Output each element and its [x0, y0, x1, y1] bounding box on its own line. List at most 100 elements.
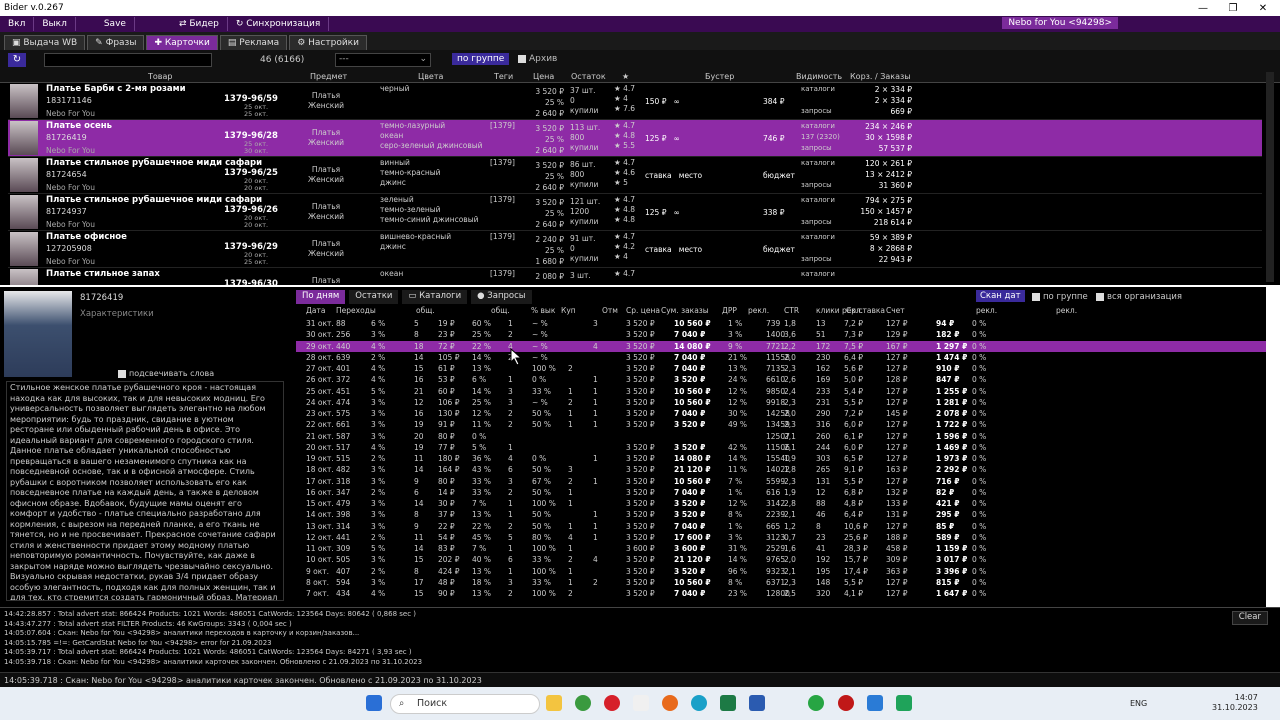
product-row[interactable]: Платье стильное запах 1379-96/30 Платья оке… — [8, 268, 1262, 285]
col-visibility[interactable]: Видимость — [796, 72, 842, 81]
stats-row[interactable]: 11 окт. 309 5 % 14 83 ₽ 7 % 1 100 % 1 3 600 ₽ 3 60… — [296, 543, 1266, 554]
stats-col-header[interactable]: ДРР — [722, 306, 737, 315]
stats-row[interactable]: 22 окт. 661 3 % 19 91 ₽ 11 % 2 50 % 1 1 3 520 ₽ 3 5… — [296, 419, 1266, 430]
characteristics-label[interactable]: Характеристики — [80, 309, 154, 319]
col-orders[interactable]: Корз. / Заказы — [850, 72, 911, 81]
stats-col-header[interactable]: рекл. — [748, 306, 769, 315]
file-explorer-icon[interactable] — [546, 695, 562, 711]
menu-on[interactable]: Вкл — [0, 17, 35, 31]
stats-row[interactable]: 19 окт. 515 2 % 11 180 ₽ 36 % 4 0 % 1 3 520 ₽ 14 0… — [296, 453, 1266, 464]
windows-start-icon[interactable] — [366, 695, 382, 711]
tab-queries[interactable]: ● Запросы — [471, 290, 532, 304]
tab-cards[interactable]: ✚ Карточки — [146, 35, 218, 50]
col-tags[interactable]: Теги — [494, 72, 513, 81]
menu-bider[interactable]: ⇄ Бидер — [171, 17, 228, 31]
col-subject[interactable]: Предмет — [310, 72, 347, 81]
clear-log-button[interactable]: Clear — [1231, 611, 1268, 625]
maximize-icon[interactable]: ❐ — [1218, 0, 1248, 16]
tab-phrases[interactable]: ✎ Фразы — [87, 35, 145, 50]
tab-wb-results[interactable]: ▣ Выдача WB — [4, 35, 86, 50]
menu-sync[interactable]: ↻ Синхронизация — [228, 17, 330, 31]
record-icon[interactable] — [838, 695, 854, 711]
stats-col-header[interactable]: общ. — [416, 306, 435, 315]
taskbar-clock[interactable]: 14:07 31.10.2023 — [1212, 693, 1258, 713]
firefox-icon[interactable] — [662, 695, 678, 711]
scan-dates-button[interactable]: Скан дат — [976, 290, 1025, 302]
stats-row[interactable]: 21 окт. 587 3 % 20 80 ₽0 % 12507 2,1 260 6,1 ₽12… — [296, 431, 1266, 442]
stats-row[interactable]: 10 окт. 505 3 % 15 202 ₽ 40 % 6 33 % 2 4 3 520 ₽ 21… — [296, 554, 1266, 565]
bider-app-icon[interactable] — [896, 695, 912, 711]
language-indicator[interactable]: ENG — [1130, 699, 1147, 708]
col-product[interactable]: Товар — [148, 72, 172, 81]
stats-col-header[interactable]: общ. — [491, 306, 510, 315]
stats-row[interactable]: 26 окт. 372 4 % 16 53 ₽ 6 % 1 0 % 1 3 520 ₽ 3 520 … — [296, 374, 1266, 385]
stats-col-header[interactable]: рекл. — [976, 306, 997, 315]
stats-col-header[interactable]: Отм — [602, 306, 618, 315]
stats-row[interactable]: 17 окт. 318 3 % 9 80 ₽ 33 % 3 67 % 2 1 3 520 ₽ 10 5… — [296, 476, 1266, 487]
mail-icon[interactable] — [867, 695, 883, 711]
tab-catalogs[interactable]: ▭ Каталоги — [402, 290, 468, 304]
col-colors[interactable]: Цвета — [418, 72, 443, 81]
product-row[interactable]: Платье офисное 127205908 Nebo For You 1379-… — [8, 231, 1262, 268]
search-input[interactable] — [44, 53, 212, 67]
col-rating[interactable]: ★ — [622, 72, 629, 81]
col-booster[interactable]: Бустер — [705, 72, 734, 81]
yandex-icon[interactable] — [633, 695, 649, 711]
stats-col-header[interactable]: рекл. — [1056, 306, 1077, 315]
account-selector[interactable]: Nebo for You <94298> — [1002, 17, 1118, 29]
edge-icon[interactable] — [691, 695, 707, 711]
stats-row[interactable]: 13 окт. 314 3 % 9 22 ₽ 22 % 2 50 % 1 1 3 520 ₽ 7 04… — [296, 521, 1266, 532]
stats-row[interactable]: 20 окт. 517 4 % 19 77 ₽ 5 % 1 3 520 ₽ 3 520 ₽ 42 … — [296, 442, 1266, 453]
col-stock[interactable]: Остаток — [571, 72, 606, 81]
col-price[interactable]: Цена — [533, 72, 554, 81]
stats-col-header[interactable]: Куп — [561, 306, 576, 315]
stats-col-header[interactable]: % вык — [531, 306, 555, 315]
stats-col-header[interactable]: Ср.ставка — [846, 306, 885, 315]
stats-row[interactable]: 27 окт. 401 4 % 15 61 ₽ 13 % 100 % 2 3 520 ₽ 7 04… — [296, 363, 1266, 374]
tab-stock[interactable]: Остатки — [349, 290, 399, 304]
products-scrollbar[interactable] — [1266, 72, 1274, 282]
product-row[interactable]: Платье стильное рубашечное миди сафари 81… — [8, 194, 1262, 231]
stats-col-header[interactable]: Дата — [306, 306, 325, 315]
group-button[interactable]: по группе — [452, 53, 510, 65]
excel-icon[interactable] — [720, 695, 736, 711]
stats-row[interactable]: 31 окт. 88 6 % 5 19 ₽ 60 % 1 ~ % 3 3 520 ₽ 10 560 … — [296, 318, 1266, 329]
refresh-button[interactable]: ↻ — [8, 53, 26, 67]
stats-col-header[interactable]: Переходы — [336, 306, 376, 315]
product-description[interactable]: Стильное женское платье рубашечного кроя… — [6, 381, 284, 601]
product-row[interactable]: Платье стильное рубашечное миди сафари 81… — [8, 157, 1262, 194]
stats-row[interactable]: 18 окт. 482 3 % 14 164 ₽ 43 % 6 50 % 3 3 520 ₽ 21 … — [296, 464, 1266, 475]
stats-row[interactable]: 14 окт. 398 3 % 8 37 ₽ 13 % 1 50 % 1 3 520 ₽ 3 520… — [296, 509, 1266, 520]
filter-dropdown[interactable]: --- ⌄ — [335, 53, 431, 67]
stats-col-header[interactable]: CTR — [784, 306, 799, 315]
menu-save[interactable]: Save — [96, 17, 135, 31]
stats-row[interactable]: 25 окт. 451 5 % 21 60 ₽ 14 % 3 33 % 1 1 3 520 ₽ 10 … — [296, 386, 1266, 397]
highlight-words-checkbox[interactable]: подсвечивать слова — [118, 369, 214, 378]
stats-row[interactable]: 12 окт. 441 2 % 11 54 ₽ 45 % 5 80 % 4 1 3 520 ₽ 17 … — [296, 532, 1266, 543]
whatsapp-icon[interactable] — [808, 695, 824, 711]
stats-row[interactable]: 15 окт. 479 3 % 14 30 ₽ 7 % 1 100 % 1 3 520 ₽ 3 52… — [296, 498, 1266, 509]
opera-icon[interactable] — [604, 695, 620, 711]
tab-settings[interactable]: ⚙ Настройки — [289, 35, 367, 50]
word-icon[interactable] — [749, 695, 765, 711]
tab-by-days[interactable]: По дням — [296, 290, 346, 304]
stats-row[interactable]: 7 окт. 434 4 % 15 90 ₽ 13 % 2 100 % 2 3 520 ₽ 7 04… — [296, 588, 1266, 599]
minimize-icon[interactable]: — — [1188, 0, 1218, 16]
taskbar-search[interactable]: ⌕ Поиск — [390, 694, 540, 714]
chrome-icon[interactable] — [575, 695, 591, 711]
stats-row[interactable]: 16 окт. 347 2 % 6 14 ₽ 33 % 2 50 % 1 3 520 ₽ 7 040… — [296, 487, 1266, 498]
by-group-checkbox[interactable]: по группе — [1032, 292, 1088, 302]
stats-row[interactable]: 24 окт. 474 3 % 12 106 ₽ 25 % 3 ~ % 2 1 3 520 ₽ 10 … — [296, 397, 1266, 408]
stats-row[interactable]: 9 окт. 407 2 % 8 424 ₽ 13 % 1 100 % 1 3 520 ₽ 3 52… — [296, 566, 1266, 577]
stats-row[interactable]: 28 окт. 639 2 % 14 105 ₽14 % 2 ~ % 3 520 ₽7 040… — [296, 352, 1266, 363]
stats-row[interactable]: 8 окт. 594 3 % 17 48 ₽ 18 % 3 33 % 1 2 3 520 ₽ 10 5… — [296, 577, 1266, 588]
close-icon[interactable]: ✕ — [1248, 0, 1278, 16]
tab-ads[interactable]: ▤ Реклама — [219, 35, 288, 50]
archive-checkbox[interactable]: Архив — [518, 54, 557, 64]
stats-row[interactable]: 30 окт. 256 3 % 8 23 ₽ 25 % 2 ~ % 3 520 ₽ 7 040 ₽… — [296, 329, 1266, 340]
product-row[interactable]: Платье осень 81726419 Nebo For You 1379-96/… — [8, 120, 1262, 157]
all-org-checkbox[interactable]: вся организация — [1096, 292, 1182, 302]
stats-row[interactable]: 23 окт. 575 3 % 16 130 ₽ 12 % 2 50 % 1 1 3 520 ₽ 7 … — [296, 408, 1266, 419]
stats-row[interactable]: 29 окт. 440 4 % 18 72 ₽22 % 4 ~ % 4 3 520 ₽14 08… — [296, 340, 1266, 352]
stats-col-header[interactable]: Счет — [886, 306, 905, 315]
